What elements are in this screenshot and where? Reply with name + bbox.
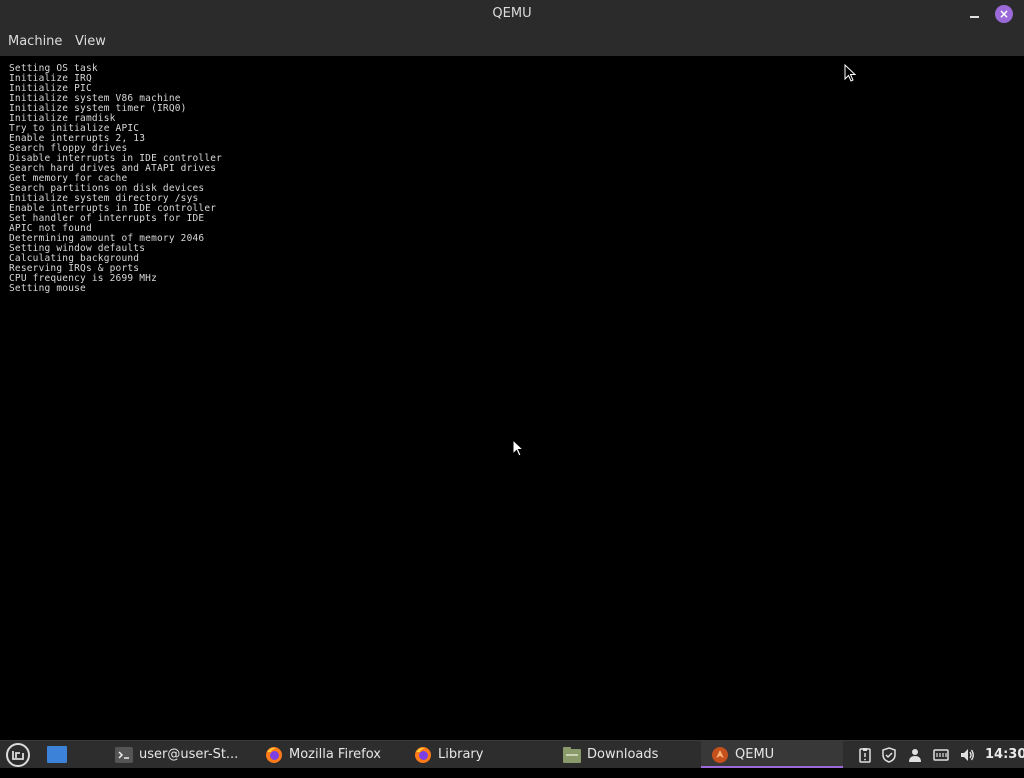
folder-icon [563,746,581,763]
qemu-icon [712,746,728,763]
task-firefox[interactable]: Mozilla Firefox [265,741,381,768]
user-icon[interactable] [907,747,923,763]
task-qemu[interactable]: QEMU [701,741,843,768]
task-downloads[interactable]: Downloads [563,741,658,768]
vm-display[interactable]: Setting OS task Initialize IRQ Initialize … [0,56,1024,740]
close-button[interactable]: × [995,5,1013,23]
console-line: Setting mouse [9,283,86,294]
task-label: Library [438,747,484,762]
show-desktop-button[interactable] [47,746,67,773]
shield-icon[interactable] [881,747,897,763]
menu-machine[interactable]: Machine [8,28,62,56]
mint-menu-icon [6,743,30,767]
task-terminal[interactable]: user@user-St... [115,741,238,768]
clipboard-icon[interactable] [857,747,873,763]
show-desktop-icon [47,746,67,763]
minimize-button[interactable] [964,4,986,24]
terminal-icon [115,746,133,763]
task-library[interactable]: Library [414,741,483,768]
window-title: QEMU [492,6,532,21]
menubar: Machine View [0,28,1024,56]
taskbar: user@user-St... Mozilla Firefox Library … [0,740,1024,768]
menu-view[interactable]: View [75,28,106,56]
task-label: user@user-St... [139,747,239,762]
network-icon[interactable] [933,747,949,763]
clock[interactable]: 14:30 [985,741,1024,768]
firefox-icon [266,746,282,763]
mint-menu-button[interactable] [5,742,31,769]
mouse-pointer-icon [844,64,856,82]
minimize-icon [970,16,979,18]
volume-icon[interactable] [959,747,975,763]
boot-console-log: Setting OS task Initialize IRQ Initialize … [9,64,222,294]
guest-pointer-icon [512,439,524,457]
close-icon: × [998,7,1010,21]
task-label: Downloads [587,747,659,762]
task-label: Mozilla Firefox [289,747,381,762]
window-titlebar[interactable]: QEMU × [0,0,1024,28]
task-label: QEMU [735,747,775,762]
firefox-icon [415,746,431,763]
